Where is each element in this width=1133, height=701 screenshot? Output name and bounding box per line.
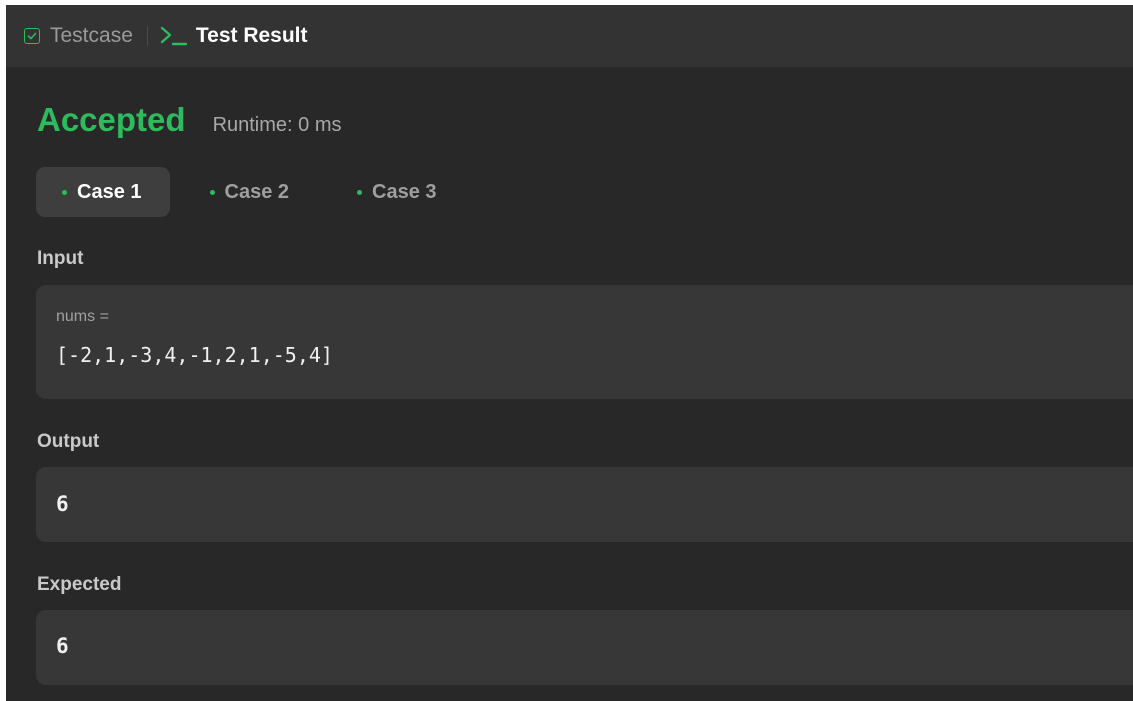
- output-box: 6: [36, 467, 1133, 542]
- runtime-text: Runtime: 0 ms: [212, 114, 342, 136]
- input-box: nums = [-2,1,-3,4,-1,2,1,-5,4]: [36, 285, 1133, 399]
- checkbox-icon: [24, 28, 40, 44]
- case-tabs: Case 1 Case 2 Case 3: [36, 167, 479, 217]
- tab-test-result-label: Test Result: [195, 24, 308, 47]
- expected-value: 6: [56, 634, 69, 658]
- tab-case-2[interactable]: Case 2: [184, 167, 318, 217]
- expected-box: 6: [36, 610, 1133, 685]
- tab-testcase[interactable]: Testcase: [24, 5, 133, 67]
- output-value: 6: [56, 492, 69, 516]
- tab-case-3[interactable]: Case 3: [331, 167, 465, 217]
- input-value: [-2,1,-3,4,-1,2,1,-5,4]: [56, 343, 333, 367]
- case-label: Case 3: [372, 180, 437, 203]
- result-status-row: Accepted Runtime: 0 ms: [37, 101, 342, 139]
- test-result-panel: Testcase Test Result Accepted Runtime: 0…: [6, 5, 1133, 701]
- tab-testcase-label: Testcase: [50, 24, 133, 47]
- case-pass-dot: [209, 189, 215, 195]
- case-label: Case 2: [224, 180, 290, 203]
- input-label: Input: [37, 248, 84, 269]
- input-var-name: nums =: [56, 308, 109, 325]
- output-label: Output: [37, 431, 100, 452]
- status-badge: Accepted: [37, 101, 186, 138]
- panel-header: Testcase Test Result: [6, 5, 1133, 67]
- tab-separator: [146, 26, 148, 46]
- tab-case-1[interactable]: Case 1: [36, 167, 170, 217]
- expected-label: Expected: [37, 574, 122, 595]
- tab-test-result[interactable]: Test Result: [160, 5, 308, 67]
- case-label: Case 1: [77, 180, 142, 203]
- terminal-icon: [160, 25, 188, 47]
- case-pass-dot: [357, 189, 362, 195]
- case-pass-dot: [62, 189, 67, 195]
